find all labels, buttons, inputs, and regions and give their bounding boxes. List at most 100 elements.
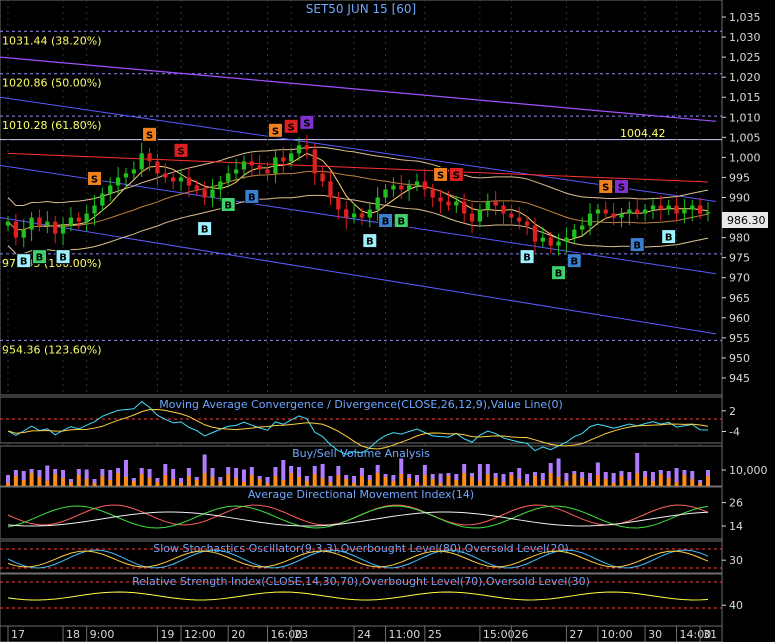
candle-body: [29, 217, 34, 230]
volume-sell-bar: [422, 465, 427, 475]
volume-buy-bar: [611, 483, 616, 486]
volume-buy-bar: [155, 482, 160, 486]
candle-body: [406, 185, 412, 190]
candle-body: [595, 209, 601, 214]
volume-sell-bar: [477, 464, 482, 481]
volume-sell-bar: [438, 473, 443, 483]
y-tick-label: 1,030: [729, 31, 761, 44]
candle-body: [509, 213, 514, 218]
volume-sell-bar: [328, 476, 333, 482]
volume-buy-bar: [312, 474, 317, 486]
candle-body: [705, 212, 711, 214]
candle-body: [233, 169, 239, 174]
volume-sell-bar: [493, 473, 498, 478]
signal-label: B: [633, 241, 641, 252]
last-price-label: 986.30: [727, 214, 766, 227]
volume-sell-bar: [6, 475, 10, 483]
x-tick-label: 9:00: [90, 628, 115, 641]
candle-body: [469, 213, 475, 222]
candle-body: [666, 205, 671, 210]
signal-label: B: [555, 269, 563, 280]
indicator-tick-label: 14: [729, 520, 743, 533]
candle-body: [501, 205, 506, 214]
volume-buy-bar: [202, 473, 207, 486]
volume-sell-bar: [564, 473, 569, 481]
volume-buy-bar: [265, 483, 270, 486]
candle-body: [493, 201, 498, 206]
volume-buy-bar: [226, 474, 231, 486]
volume-buy-bar: [328, 482, 333, 486]
y-tick-label: 1,000: [729, 151, 761, 164]
volume-sell-bar: [485, 464, 490, 474]
volume-sell-bar: [123, 460, 128, 477]
candle-body: [45, 221, 50, 226]
volume-buy-bar: [241, 482, 246, 486]
candle-body: [548, 237, 553, 246]
signal-label: S: [437, 170, 444, 181]
indicator-tick-label: 26: [729, 497, 743, 510]
y-tick-label: 1,005: [729, 131, 761, 144]
candle-body: [422, 181, 427, 190]
volume-sell-bar: [611, 473, 616, 483]
volume-buy-bar: [336, 475, 341, 486]
candle-body: [517, 217, 522, 222]
volume-buy-bar: [344, 479, 349, 486]
signal-label: B: [397, 217, 405, 228]
volume-sell-bar: [29, 469, 34, 473]
candle-body: [524, 221, 530, 226]
signal-label: S: [288, 122, 295, 133]
candle-body: [611, 213, 616, 218]
candle-body: [359, 213, 365, 218]
x-tick-label: 30: [648, 628, 662, 641]
candle-body: [13, 221, 19, 238]
volume-buy-bar: [548, 473, 553, 486]
x-tick-label: 23: [294, 628, 308, 641]
indicator-title: Average Directional Movement Index(14): [248, 488, 474, 501]
volume-buy-bar: [210, 477, 215, 486]
candle-body: [572, 229, 577, 238]
signal-label: S: [91, 174, 98, 185]
volume-buy-bar: [375, 473, 380, 486]
candle-body: [171, 177, 176, 182]
candle-body: [430, 189, 435, 198]
candle-body: [540, 237, 545, 242]
volume-sell-bar: [666, 471, 671, 478]
x-tick-label: 15:00: [483, 628, 515, 641]
candle-body: [674, 205, 679, 214]
volume-buy-bar: [359, 476, 364, 486]
candle-body: [556, 241, 561, 246]
volume-sell-bar: [163, 464, 168, 475]
volume-sell-bar: [548, 463, 553, 473]
volume-sell-bar: [53, 469, 58, 474]
volume-sell-bar: [588, 473, 593, 482]
x-tick-label: 18: [66, 628, 80, 641]
volume-sell-bar: [525, 474, 530, 483]
volume-buy-bar: [477, 481, 482, 486]
signal-label: S: [453, 170, 460, 181]
signal-label: B: [59, 253, 67, 264]
y-tick-label: 1,015: [729, 91, 761, 104]
candle-body: [367, 209, 372, 218]
signal-label: B: [20, 257, 28, 268]
signal-label: B: [570, 257, 578, 268]
candle-body: [351, 213, 357, 218]
candle-body: [194, 185, 199, 190]
candle-body: [249, 161, 254, 166]
volume-sell-bar: [556, 458, 561, 477]
volume-sell-bar: [297, 467, 302, 477]
volume-buy-bar: [658, 474, 663, 486]
candle-body: [627, 209, 632, 214]
candle-body: [68, 217, 74, 226]
candle-body: [163, 173, 168, 178]
candle-body: [84, 213, 89, 222]
volume-sell-bar: [76, 469, 81, 475]
volume-buy-bar: [116, 473, 121, 486]
volume-buy-bar: [580, 478, 585, 486]
candle-body: [462, 201, 467, 214]
volume-buy-bar: [556, 477, 561, 486]
volume-buy-bar: [367, 480, 372, 486]
volume-buy-bar: [281, 480, 286, 486]
volume-buy-bar: [399, 474, 404, 486]
volume-sell-bar: [312, 466, 317, 474]
volume-buy-bar: [289, 473, 294, 486]
